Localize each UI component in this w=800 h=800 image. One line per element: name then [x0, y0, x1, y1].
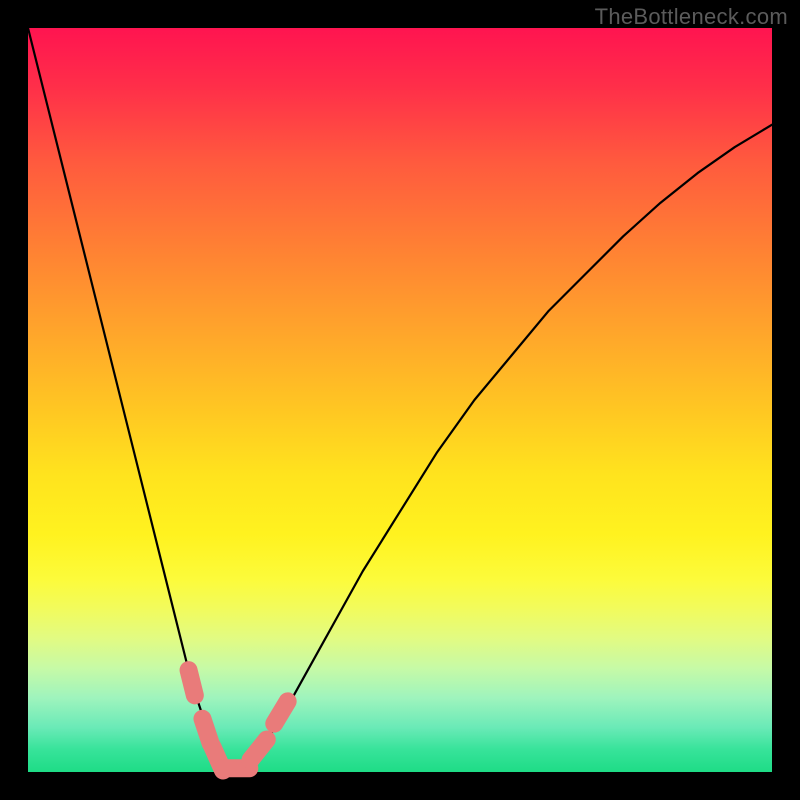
curve-marker [251, 740, 267, 760]
chart-frame: TheBottleneck.com [0, 0, 800, 800]
watermark-text: TheBottleneck.com [595, 4, 788, 30]
bottleneck-curve [28, 28, 772, 768]
curve-marker [189, 670, 195, 695]
chart-plot-area [28, 28, 772, 772]
marker-group [189, 670, 288, 770]
chart-svg [28, 28, 772, 772]
curve-marker [274, 701, 287, 723]
